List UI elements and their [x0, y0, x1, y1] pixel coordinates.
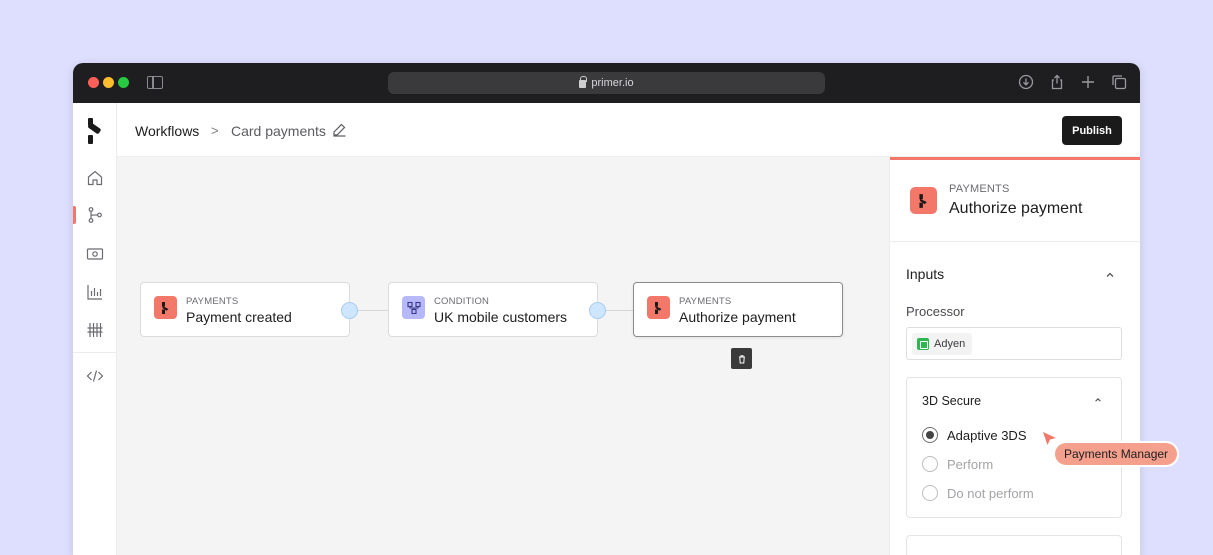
panel-title: Authorize payment — [949, 200, 1083, 217]
sidebar-toggle-icon[interactable] — [147, 76, 163, 89]
lock-icon — [579, 76, 588, 88]
developers-icon[interactable] — [85, 366, 105, 386]
workflows-icon[interactable] — [85, 205, 105, 225]
nav-divider — [73, 352, 117, 353]
payments-icon[interactable] — [85, 244, 105, 264]
radio-do-not-perform[interactable]: Do not perform — [922, 484, 1034, 502]
payments-icon — [910, 187, 937, 214]
chevron-up-icon[interactable] — [1105, 270, 1115, 280]
collaborator-cursor-icon — [1043, 432, 1056, 445]
processor-chip: Adyen — [912, 333, 973, 355]
inputs-section-heading[interactable]: Inputs — [906, 266, 944, 282]
breadcrumb-current: Card payments — [231, 123, 326, 139]
panel-kicker: PAYMENTS — [949, 183, 1010, 195]
output-port[interactable] — [589, 302, 606, 319]
output-port[interactable] — [341, 302, 358, 319]
workflow-canvas[interactable]: PAYMENTS Payment created CONDITION UK mo… — [117, 157, 889, 555]
payments-icon — [647, 296, 670, 319]
edit-pencil-icon[interactable] — [332, 122, 347, 137]
collaborator-cursor-label: Payments Manager — [1055, 443, 1178, 465]
analytics-icon[interactable] — [85, 282, 105, 302]
processor-select[interactable]: Adyen — [906, 327, 1122, 360]
panel-divider — [890, 241, 1140, 242]
node-kicker: CONDITION — [434, 296, 490, 307]
node-kicker: PAYMENTS — [186, 296, 239, 307]
condition-icon — [402, 296, 425, 319]
share-icon[interactable] — [1049, 74, 1065, 90]
node-title: Payment created — [186, 309, 292, 325]
node-settings-panel: PAYMENTS Authorize payment Inputs Proces… — [889, 157, 1140, 555]
url-text: primer.io — [591, 77, 634, 89]
download-icon[interactable] — [1018, 74, 1034, 90]
new-tab-icon[interactable] — [1080, 74, 1096, 90]
chevron-up-icon[interactable] — [1094, 396, 1102, 404]
maximize-window-button[interactable] — [118, 77, 129, 88]
close-window-button[interactable] — [88, 77, 99, 88]
adyen-icon — [917, 338, 929, 350]
processor-label: Processor — [906, 304, 965, 319]
page-header: Workflows > Card payments Publish — [117, 103, 1140, 157]
address-bar[interactable]: primer.io — [388, 72, 825, 94]
left-navigation — [73, 103, 117, 555]
tabs-overview-icon[interactable] — [1111, 74, 1127, 90]
delete-node-button[interactable] — [731, 348, 752, 369]
workflow-node-authorize-payment[interactable]: PAYMENTS Authorize payment — [633, 282, 843, 337]
minimize-window-button[interactable] — [103, 77, 114, 88]
breadcrumb-separator: > — [211, 123, 219, 138]
trash-icon — [738, 354, 745, 363]
node-title: UK mobile customers — [434, 309, 568, 325]
browser-window: primer.io Workflows > Card payments Publ… — [73, 63, 1140, 555]
workflow-node-uk-mobile-customers[interactable]: CONDITION UK mobile customers — [388, 282, 598, 337]
3d-secure-heading[interactable]: 3D Secure — [922, 394, 981, 408]
workflow-node-payment-created[interactable]: PAYMENTS Payment created — [140, 282, 350, 337]
home-icon[interactable] — [85, 168, 105, 188]
active-nav-indicator — [73, 206, 76, 224]
payments-icon — [154, 296, 177, 319]
publish-button[interactable]: Publish — [1062, 116, 1122, 145]
radio-label: Adaptive 3DS — [947, 427, 1027, 443]
radio-button[interactable] — [922, 456, 938, 472]
radio-label: Perform — [947, 456, 994, 472]
reconciliation-icon[interactable] — [85, 320, 105, 340]
radio-perform[interactable]: Perform — [922, 455, 993, 473]
processor-value: Adyen — [934, 338, 966, 350]
next-section — [906, 535, 1122, 555]
radio-button-checked[interactable] — [922, 427, 938, 443]
radio-adaptive-3ds[interactable]: Adaptive 3DS — [922, 426, 1027, 444]
node-kicker: PAYMENTS — [679, 296, 732, 307]
breadcrumb-workflows[interactable]: Workflows — [135, 123, 199, 139]
radio-label: Do not perform — [947, 485, 1034, 501]
browser-titlebar: primer.io — [73, 63, 1140, 103]
node-title: Authorize payment — [679, 309, 796, 325]
primer-logo[interactable] — [86, 118, 104, 144]
radio-button[interactable] — [922, 485, 938, 501]
panel-accent-bar — [890, 157, 1140, 160]
